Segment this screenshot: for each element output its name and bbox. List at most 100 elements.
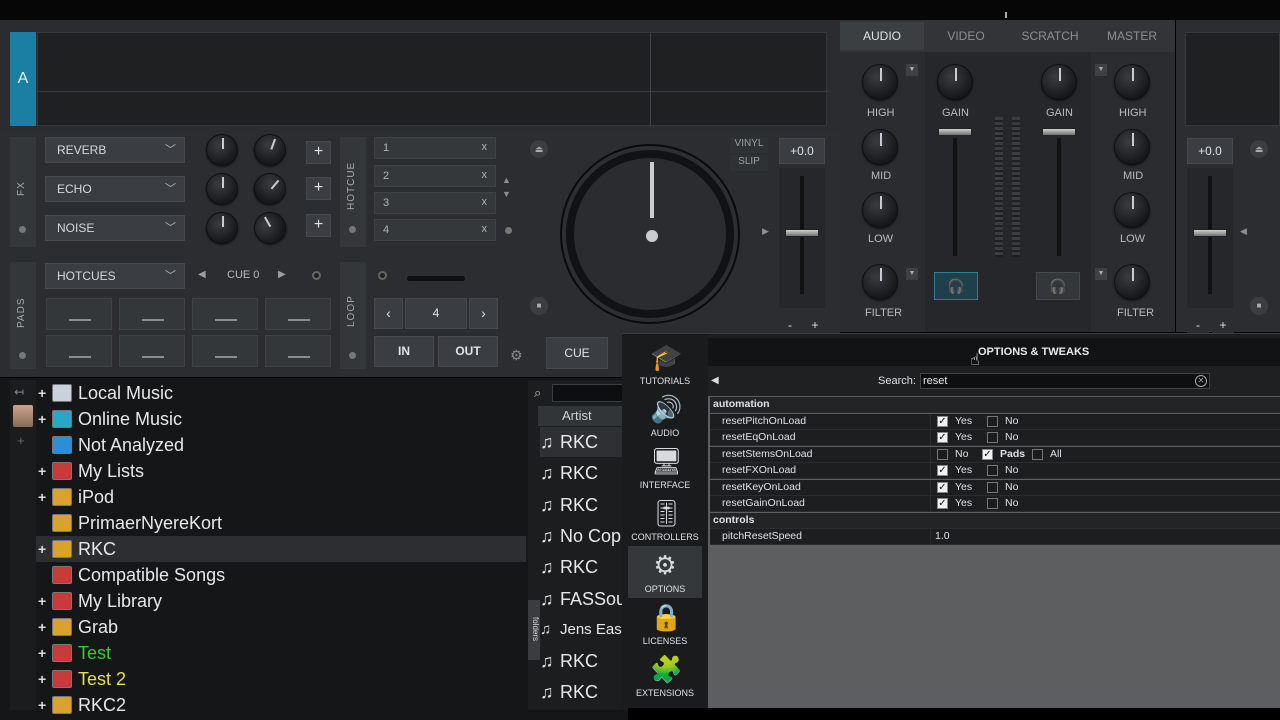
checkbox[interactable] [987, 415, 998, 427]
left-eq-low-knob[interactable] [862, 192, 898, 228]
right-filter-knob[interactable] [1114, 264, 1150, 300]
right-gain-knob[interactable] [1041, 64, 1077, 100]
options-row[interactable]: resetEqOnLoad ✓ Yes No [710, 430, 1280, 446]
pad-2[interactable] [119, 298, 185, 330]
options-sidebar-licenses[interactable]: 🔒 LICENSES [628, 602, 702, 646]
close-icon[interactable]: x [482, 141, 488, 153]
deck-b-stop-icon[interactable]: ■ [1250, 297, 1268, 315]
checkbox[interactable] [987, 465, 998, 476]
right-eq-mid-knob[interactable] [1114, 129, 1150, 165]
right-volume-fader[interactable] [1042, 128, 1076, 136]
folder-item[interactable]: + Online Music [36, 406, 526, 432]
fx-2-param-1-knob[interactable] [206, 173, 238, 205]
track-row[interactable]: ♫ No Cop [540, 521, 622, 551]
mixer-tab-audio[interactable]: AUDIO [840, 22, 924, 50]
hotcue-side-led[interactable] [505, 227, 512, 234]
deck-a-letter-tab[interactable]: A [10, 32, 36, 126]
folder-item[interactable]: Compatible Songs [36, 562, 526, 588]
option-text-value[interactable]: 1.0 [935, 530, 950, 542]
hotcue-led[interactable] [349, 226, 356, 233]
gear-icon[interactable]: ⚙ [510, 347, 523, 364]
checkbox[interactable] [937, 448, 948, 460]
tracklist-header-artist[interactable]: Artist [538, 406, 628, 426]
checkbox[interactable] [1032, 448, 1043, 460]
hotcue-slot-4[interactable]: 4x [374, 219, 496, 241]
right-eq-menu-icon[interactable]: ▼ [1095, 64, 1107, 76]
options-row[interactable]: resetGainOnLoad ✓ Yes No [710, 496, 1280, 512]
checkbox[interactable]: ✓ [937, 498, 948, 509]
expand-icon[interactable]: + [38, 588, 46, 614]
options-row[interactable]: resetFXOnLoad ✓ Yes No [710, 463, 1280, 479]
expand-icon[interactable]: + [38, 406, 46, 432]
folder-item[interactable]: + iPod [36, 484, 526, 510]
loop-roll-slider[interactable] [407, 276, 465, 281]
expand-icon[interactable]: + [38, 380, 46, 406]
fx-3-param-1-knob[interactable] [206, 212, 238, 244]
deck-a-waveform[interactable] [37, 32, 828, 127]
eject-icon[interactable]: ⏏ [530, 140, 548, 158]
close-icon[interactable]: x [482, 196, 488, 208]
pad-5[interactable] [46, 335, 112, 367]
hotcue-slot-1[interactable]: 1x [374, 137, 496, 159]
avatar[interactable] [13, 405, 33, 427]
checkbox[interactable]: ✓ [982, 448, 993, 460]
track-row[interactable]: ♫ Jens East [540, 615, 622, 645]
checkbox[interactable]: ✓ [937, 415, 948, 427]
folder-item[interactable]: + Grab [36, 614, 526, 640]
clear-search-icon[interactable]: ✕ [1195, 375, 1207, 387]
slip-button[interactable]: SLIP [730, 155, 768, 171]
fx-dropdown-2[interactable]: ECHO ﹀ [45, 176, 185, 202]
expand-icon[interactable]: + [38, 536, 46, 562]
folder-item[interactable]: + Local Music [36, 380, 526, 406]
deck-a-pitch-display[interactable]: +0.0 [779, 138, 825, 164]
loop-led[interactable] [349, 352, 356, 359]
options-search-input[interactable]: reset [920, 373, 1210, 389]
fx-1-param-1-knob[interactable] [206, 134, 238, 166]
hotcue-slot-2[interactable]: 2x [374, 165, 496, 187]
pads-prev-page-icon[interactable]: ◀ [198, 269, 206, 280]
left-eq-high-knob[interactable] [862, 64, 898, 100]
options-row[interactable]: resetKeyOnLoad ✓ Yes No [710, 479, 1280, 496]
folder-item[interactable]: + RKC [36, 536, 526, 562]
stop-icon[interactable]: ■ [530, 297, 548, 315]
expand-icon[interactable]: + [38, 640, 46, 666]
pad-6[interactable] [119, 335, 185, 367]
pads-next-page-icon[interactable]: ▶ [278, 269, 286, 280]
deck-b-eject-icon[interactable]: ⏏ [1250, 140, 1268, 158]
right-headphone-icon[interactable]: 🎧 [1036, 272, 1080, 300]
folder-item[interactable]: + My Library [36, 588, 526, 614]
options-sidebar-controllers[interactable]: 🎚 CONTROLLERS [628, 498, 702, 542]
loop-slider-led[interactable] [378, 271, 387, 280]
deck-b-waveform[interactable] [1185, 32, 1280, 126]
options-back-icon[interactable]: ◀ [711, 375, 719, 386]
close-icon[interactable]: x [482, 169, 488, 181]
track-row[interactable]: ♫ RKC [540, 552, 622, 582]
options-row[interactable]: resetPitchOnLoad ✓ Yes No [710, 413, 1280, 430]
options-row[interactable]: resetStemsOnLoad No ✓ Pads All [710, 446, 1280, 463]
folder-item[interactable]: + Test 2 [36, 666, 526, 692]
options-sidebar-tutorials[interactable]: 🎓 TUTORIALS [628, 342, 702, 386]
pad-7[interactable] [192, 335, 258, 367]
loop-size-display[interactable]: 4 [405, 298, 467, 329]
expand-icon[interactable]: + [38, 614, 46, 640]
expand-icon[interactable]: + [38, 484, 46, 510]
fx-led[interactable] [19, 226, 26, 233]
cue-button[interactable]: CUE [546, 337, 608, 369]
left-filter-knob[interactable] [862, 264, 898, 300]
folder-item[interactable]: + Test [36, 640, 526, 666]
hotcue-scroll-down-icon[interactable]: ▼ [502, 189, 511, 199]
track-row[interactable]: ♫ RKC [540, 677, 622, 707]
checkbox[interactable]: ✓ [937, 481, 948, 493]
add-folder-icon[interactable]: + [17, 433, 25, 448]
vinyl-button[interactable]: VINYL [730, 137, 768, 153]
folder-item[interactable]: + My Lists [36, 458, 526, 484]
pads-page-led[interactable] [312, 271, 321, 280]
fx-2-add-button[interactable]: + [306, 177, 331, 200]
expand-icon[interactable]: + [38, 458, 46, 484]
right-eq-high-knob[interactable] [1114, 64, 1150, 100]
deck-b-pitch-display[interactable]: +0.0 [1187, 138, 1233, 164]
track-row[interactable]: ♫ RKC [540, 458, 622, 488]
left-volume-fader[interactable] [938, 128, 972, 136]
checkbox[interactable] [987, 432, 998, 443]
mixer-tab-scratch[interactable]: SCRATCH [1008, 22, 1092, 50]
